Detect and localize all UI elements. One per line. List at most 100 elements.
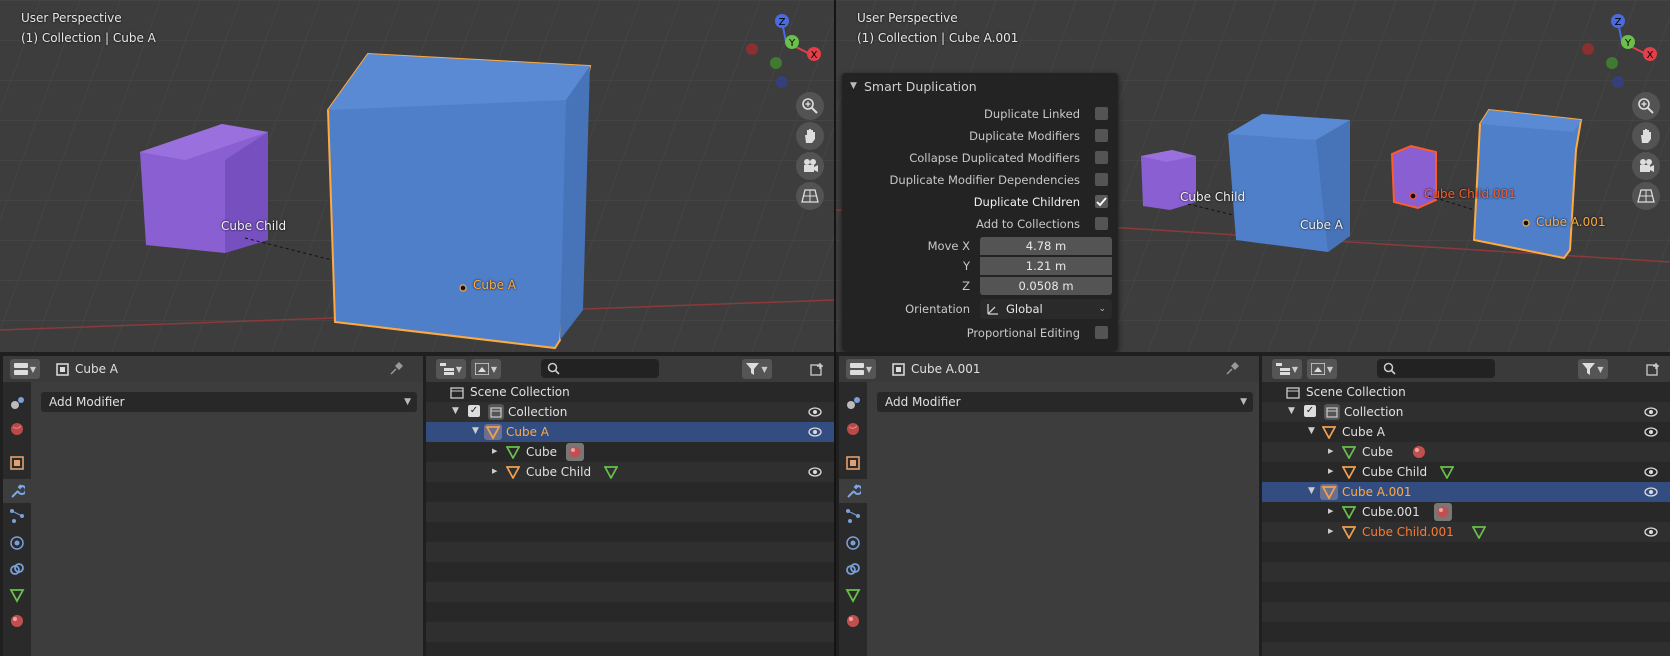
visibility-eye-icon[interactable] [808, 406, 822, 418]
expand-arrow-icon[interactable]: ▶ [1328, 467, 1333, 475]
object-tab-icon[interactable] [8, 454, 26, 472]
camera-icon[interactable] [1632, 152, 1660, 180]
filter-button[interactable]: ▼ [742, 359, 772, 379]
duplicate-children-checkbox[interactable] [1095, 195, 1108, 208]
outliner-row-cube[interactable]: ▶ Cube [1262, 442, 1670, 462]
pin-icon[interactable] [389, 362, 403, 376]
collapse-modifiers-row[interactable]: Collapse Duplicated Modifiers [842, 148, 1118, 168]
material-tab-icon[interactable] [8, 612, 26, 630]
proportional-editing-row[interactable]: Proportional Editing [842, 323, 1118, 343]
pan-hand-icon[interactable] [1632, 122, 1660, 150]
expand-arrow-icon[interactable]: ▼ [1308, 486, 1315, 496]
zoom-icon[interactable] [1632, 92, 1660, 120]
outliner-search-input[interactable] [541, 359, 659, 378]
outliner-search-input[interactable] [1377, 359, 1495, 378]
proportional-editing-checkbox[interactable] [1095, 326, 1108, 339]
expand-arrow-icon[interactable]: ▼ [1288, 406, 1295, 416]
expand-arrow-icon[interactable]: ▶ [1328, 507, 1333, 515]
orientation-dropdown[interactable]: Global ⌄ [980, 299, 1112, 319]
visibility-eye-icon[interactable] [808, 466, 822, 478]
data-tab-icon[interactable] [8, 586, 26, 604]
physics-tab-icon[interactable] [8, 534, 26, 552]
duplicate-children-row[interactable]: Duplicate Children [842, 192, 1118, 212]
outliner-row-cube-child[interactable]: ▶ Cube Child [1262, 462, 1670, 482]
editor-type-button[interactable]: ▼ [10, 359, 40, 379]
new-collection-icon[interactable] [810, 362, 824, 376]
expand-arrow-icon[interactable]: ▶ [1328, 527, 1333, 535]
material-tab-icon[interactable] [844, 612, 862, 630]
world-tab-icon[interactable] [8, 420, 26, 438]
3d-viewport[interactable]: User Perspective (1) Collection | Cube A… [0, 0, 834, 352]
expand-arrow-icon[interactable]: ▼ [452, 406, 459, 416]
exclude-checkbox[interactable]: ✓ [1304, 405, 1316, 417]
exclude-checkbox[interactable]: ✓ [468, 405, 480, 417]
outliner-row-scene-collection[interactable]: Scene Collection [426, 382, 834, 402]
display-mode-button[interactable]: ▼ [1307, 359, 1337, 379]
outliner-editor-type-button[interactable]: ▼ [436, 359, 466, 379]
expand-arrow-icon[interactable]: ▼ [472, 426, 479, 436]
particles-tab-icon[interactable] [8, 507, 26, 525]
add-to-collections-row[interactable]: Add to Collections [842, 214, 1118, 234]
visibility-eye-icon[interactable] [1644, 486, 1658, 498]
add-modifier-dropdown[interactable]: Add Modifier ▼ [877, 392, 1253, 412]
filter-button[interactable]: ▼ [1578, 359, 1608, 379]
new-collection-icon[interactable] [1646, 362, 1660, 376]
modifier-dependencies-checkbox[interactable] [1095, 173, 1108, 186]
object-tab-icon[interactable] [844, 454, 862, 472]
duplicate-linked-checkbox[interactable] [1095, 107, 1108, 120]
camera-icon[interactable] [796, 152, 824, 180]
outliner-row-cube-child[interactable]: ▶ Cube Child [426, 462, 834, 482]
outliner-editor-type-button[interactable]: ▼ [1272, 359, 1302, 379]
outliner-row-cube-a[interactable]: ▼ Cube A [1262, 422, 1670, 442]
constraints-tab-icon[interactable] [8, 560, 26, 578]
visibility-eye-icon[interactable] [1644, 466, 1658, 478]
outliner-row-collection[interactable]: ▼ ✓ Collection [1262, 402, 1670, 422]
expand-arrow-icon[interactable]: ▶ [492, 467, 497, 475]
expand-arrow-icon[interactable]: ▶ [1328, 447, 1333, 455]
tool-tab-icon[interactable] [8, 394, 26, 412]
collapse-arrow-icon[interactable]: ▼ [850, 81, 857, 91]
collapse-modifiers-checkbox[interactable] [1095, 151, 1108, 164]
constraints-tab-icon[interactable] [844, 560, 862, 578]
zoom-icon[interactable] [796, 92, 824, 120]
visibility-eye-icon[interactable] [808, 426, 822, 438]
world-tab-icon[interactable] [844, 420, 862, 438]
display-mode-button[interactable]: ▼ [471, 359, 501, 379]
duplicate-linked-row[interactable]: Duplicate Linked [842, 104, 1118, 124]
checkmark-icon [1096, 197, 1107, 207]
grid-perspective-icon[interactable] [796, 182, 824, 210]
modifier-tab-icon[interactable] [839, 479, 867, 503]
outliner-row-cube-a[interactable]: ▼ Cube A [426, 422, 834, 442]
move-y-field[interactable]: 1.21 m [980, 257, 1112, 275]
3d-viewport[interactable]: User Perspective (1) Collection | Cube A… [836, 0, 1670, 352]
particles-tab-icon[interactable] [844, 507, 862, 525]
move-x-field[interactable]: 4.78 m [980, 237, 1112, 255]
outliner-row-cube[interactable]: ▶ Cube [426, 442, 834, 462]
pan-hand-icon[interactable] [796, 122, 824, 150]
axis-gizmo[interactable]: Z Y X [1576, 10, 1666, 92]
visibility-eye-icon[interactable] [1644, 426, 1658, 438]
physics-tab-icon[interactable] [844, 534, 862, 552]
outliner-row-cube-child-001[interactable]: ▶ Cube Child.001 [1262, 522, 1670, 542]
outliner-row-cube-001[interactable]: ▶ Cube.001 [1262, 502, 1670, 522]
outliner-row-scene-collection[interactable]: Scene Collection [1262, 382, 1670, 402]
axis-gizmo[interactable]: Z Y X [740, 10, 830, 92]
visibility-eye-icon[interactable] [1644, 406, 1658, 418]
outliner-row-collection[interactable]: ▼ ✓ Collection [426, 402, 834, 422]
grid-perspective-icon[interactable] [1632, 182, 1660, 210]
visibility-eye-icon[interactable] [1644, 526, 1658, 538]
expand-arrow-icon[interactable]: ▼ [1308, 426, 1315, 436]
add-modifier-dropdown[interactable]: Add Modifier ▼ [41, 392, 417, 412]
expand-arrow-icon[interactable]: ▶ [492, 447, 497, 455]
data-tab-icon[interactable] [844, 586, 862, 604]
editor-type-button[interactable]: ▼ [846, 359, 876, 379]
modifier-tab-icon[interactable] [3, 479, 31, 503]
outliner-row-cube-a-001[interactable]: ▼ Cube A.001 [1262, 482, 1670, 502]
duplicate-modifiers-checkbox[interactable] [1095, 129, 1108, 142]
duplicate-modifiers-row[interactable]: Duplicate Modifiers [842, 126, 1118, 146]
tool-tab-icon[interactable] [844, 394, 862, 412]
move-z-field[interactable]: 0.0508 m [980, 277, 1112, 295]
modifier-dependencies-row[interactable]: Duplicate Modifier Dependencies [842, 170, 1118, 190]
pin-icon[interactable] [1225, 362, 1239, 376]
add-to-collections-checkbox[interactable] [1095, 217, 1108, 230]
